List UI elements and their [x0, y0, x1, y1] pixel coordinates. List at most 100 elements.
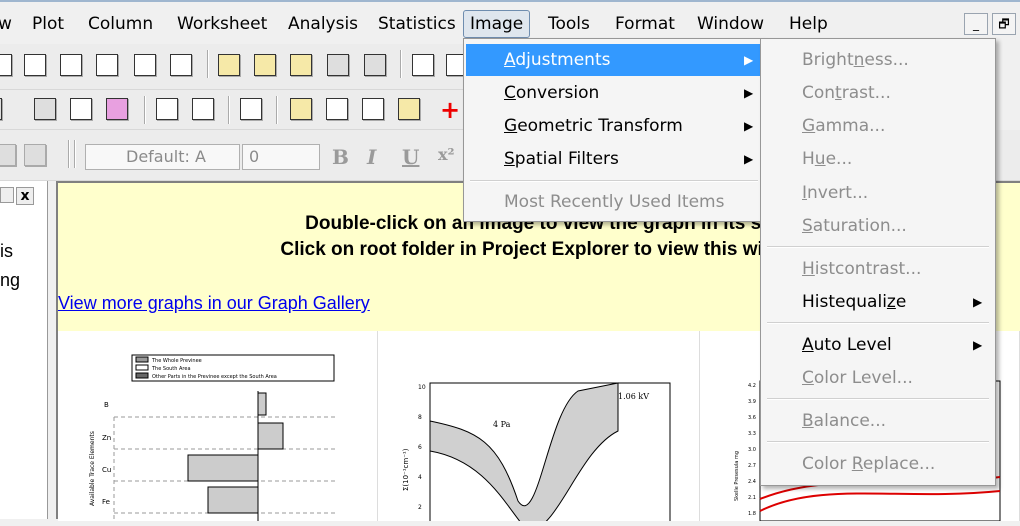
zoom-icon[interactable]	[290, 98, 312, 120]
menu-item-geometric-transform[interactable]: Geometric Transform	[466, 110, 760, 142]
panel-close-button[interactable]: x	[16, 187, 34, 205]
category-label: Fe	[102, 498, 110, 506]
menu-item-saturation: Saturation...	[802, 216, 907, 236]
menu-item-spatial-filters[interactable]: Spatial Filters	[466, 143, 760, 175]
band-chart-thumbnail: 4 Pa 1.06 kV 10 8 6 4 2 Σ(10⁻¹cm⁻¹)	[402, 382, 671, 526]
project-explorer-icon[interactable]	[240, 98, 262, 120]
menu-item-histequalize[interactable]: Histequalize	[763, 286, 993, 318]
bar-chart-thumbnail: The Whole Previnee The South Area Other …	[89, 354, 338, 521]
tick-label: 10	[418, 384, 426, 391]
panel-text-line: is	[0, 241, 13, 261]
new-graph-icon[interactable]	[96, 54, 118, 76]
panel-dropdown-icon[interactable]	[0, 187, 14, 203]
underline-button[interactable]: U	[402, 145, 419, 169]
font-combo[interactable]: Default: A	[85, 144, 240, 170]
tick-label: 4.2	[748, 383, 756, 389]
save-template-icon[interactable]	[364, 54, 386, 76]
menu-item-gamma: Gamma...	[802, 116, 886, 136]
menu-view[interactable]: w	[0, 10, 18, 38]
graph-gallery-link[interactable]: View more graphs in our Graph Gallery	[58, 293, 370, 314]
new-project-icon[interactable]	[0, 54, 12, 76]
font-size-combo[interactable]: 0	[242, 144, 320, 170]
script-window-icon[interactable]	[362, 98, 384, 120]
menu-worksheet[interactable]: Worksheet	[171, 10, 273, 38]
menu-tools[interactable]: Tools	[542, 10, 596, 38]
menu-item-color-level: Color Level...	[802, 368, 913, 388]
tick-label: 2.7	[748, 463, 756, 469]
adjustments-submenu: Brightness... Contrast... Gamma... Hue..…	[760, 38, 996, 486]
toolbar-separator	[400, 50, 402, 78]
menu-column[interactable]: Column	[82, 10, 159, 38]
tick-label: 3.9	[748, 399, 756, 405]
submenu-arrow-icon: ▶	[744, 119, 754, 133]
bold-button[interactable]: B	[332, 145, 349, 169]
new-layout-icon[interactable]	[170, 54, 192, 76]
toolbar-separator	[74, 140, 76, 168]
menu-image[interactable]: Image	[463, 10, 531, 38]
tick-label: 4	[418, 474, 422, 481]
menu-help[interactable]: Help	[783, 10, 834, 38]
minimize-button[interactable]: _	[964, 13, 988, 35]
project-explorer-panel: x is ng	[0, 181, 48, 519]
menu-analysis[interactable]: Analysis	[282, 10, 364, 38]
lock-icon[interactable]	[0, 144, 16, 166]
tick-label: 3.3	[748, 431, 756, 437]
menu-item-contrast: Contrast...	[802, 83, 891, 103]
code-builder-icon[interactable]	[156, 98, 178, 120]
submenu-arrow-icon: ▶	[744, 53, 754, 67]
menu-item-histcontrast: Histcontrast...	[802, 259, 922, 279]
results-log-icon[interactable]	[192, 98, 214, 120]
menu-item-conversion[interactable]: Conversion	[466, 77, 760, 109]
dropdown-icon[interactable]	[0, 98, 2, 120]
menu-item-color-replace: Color Replace...	[802, 454, 936, 474]
menu-item-auto-level[interactable]: Auto Level	[763, 329, 993, 361]
tick-label: 3.6	[748, 415, 756, 421]
new-function-icon[interactable]	[60, 54, 82, 76]
print-icon[interactable]	[34, 98, 56, 120]
tick-label: 3.0	[748, 447, 756, 453]
toolbar-separator	[276, 96, 278, 124]
menu-statistics[interactable]: Statistics	[372, 10, 462, 38]
save-project-icon[interactable]	[327, 54, 349, 76]
submenu-arrow-icon: ▶	[744, 86, 754, 100]
command-window-icon[interactable]	[326, 98, 348, 120]
gear-icon[interactable]	[398, 98, 420, 120]
legend-label: The Whole Previnee	[151, 358, 202, 364]
graph-toolbar: +	[0, 90, 470, 130]
add-icon[interactable]: +	[440, 96, 460, 124]
restore-button[interactable]: 🗗	[992, 13, 1016, 35]
menu-separator	[767, 246, 989, 248]
bar	[187, 454, 259, 482]
legend-label: Other Parts in the Previnee except the S…	[152, 374, 277, 380]
menu-window[interactable]: Window	[691, 10, 770, 38]
bar	[257, 392, 267, 416]
annotation-label: 1.06 kV	[618, 392, 649, 401]
import-ascii-icon[interactable]	[412, 54, 434, 76]
axis-label: Skelle Presesula mg	[734, 451, 740, 501]
menu-plot[interactable]: Plot	[26, 10, 70, 38]
new-worksheet-icon[interactable]	[24, 54, 46, 76]
menu-item-balance: Balance...	[802, 411, 887, 431]
mask-icon[interactable]	[24, 144, 46, 166]
graph-thumbnail-band[interactable]: 4 Pa 1.06 kV 10 8 6 4 2 Σ(10⁻¹cm⁻¹)	[378, 331, 700, 526]
open-excel-icon[interactable]	[290, 54, 312, 76]
menu-item-recent: Most Recently Used Items	[504, 192, 725, 212]
category-label: Cu	[102, 466, 111, 474]
category-label: Zn	[102, 434, 111, 442]
refresh-icon[interactable]	[106, 98, 128, 120]
open-template-icon[interactable]	[254, 54, 276, 76]
standard-toolbar	[0, 44, 470, 90]
italic-button[interactable]: I	[367, 145, 376, 169]
menu-separator	[470, 180, 758, 182]
superscript-button[interactable]: x²	[438, 145, 455, 164]
menu-item-adjustments[interactable]: Adjustments	[466, 44, 760, 76]
toolbar-separator	[68, 140, 70, 168]
graph-thumbnail-bar[interactable]: The Whole Previnee The South Area Other …	[58, 331, 378, 521]
axis-label: Σ(10⁻¹cm⁻¹)	[402, 448, 410, 491]
open-icon[interactable]	[218, 54, 240, 76]
menu-format[interactable]: Format	[609, 10, 681, 38]
legend-swatch	[135, 356, 149, 363]
slide-show-icon[interactable]	[70, 98, 92, 120]
new-notes-icon[interactable]	[134, 54, 156, 76]
toolbar-separator	[228, 96, 230, 124]
